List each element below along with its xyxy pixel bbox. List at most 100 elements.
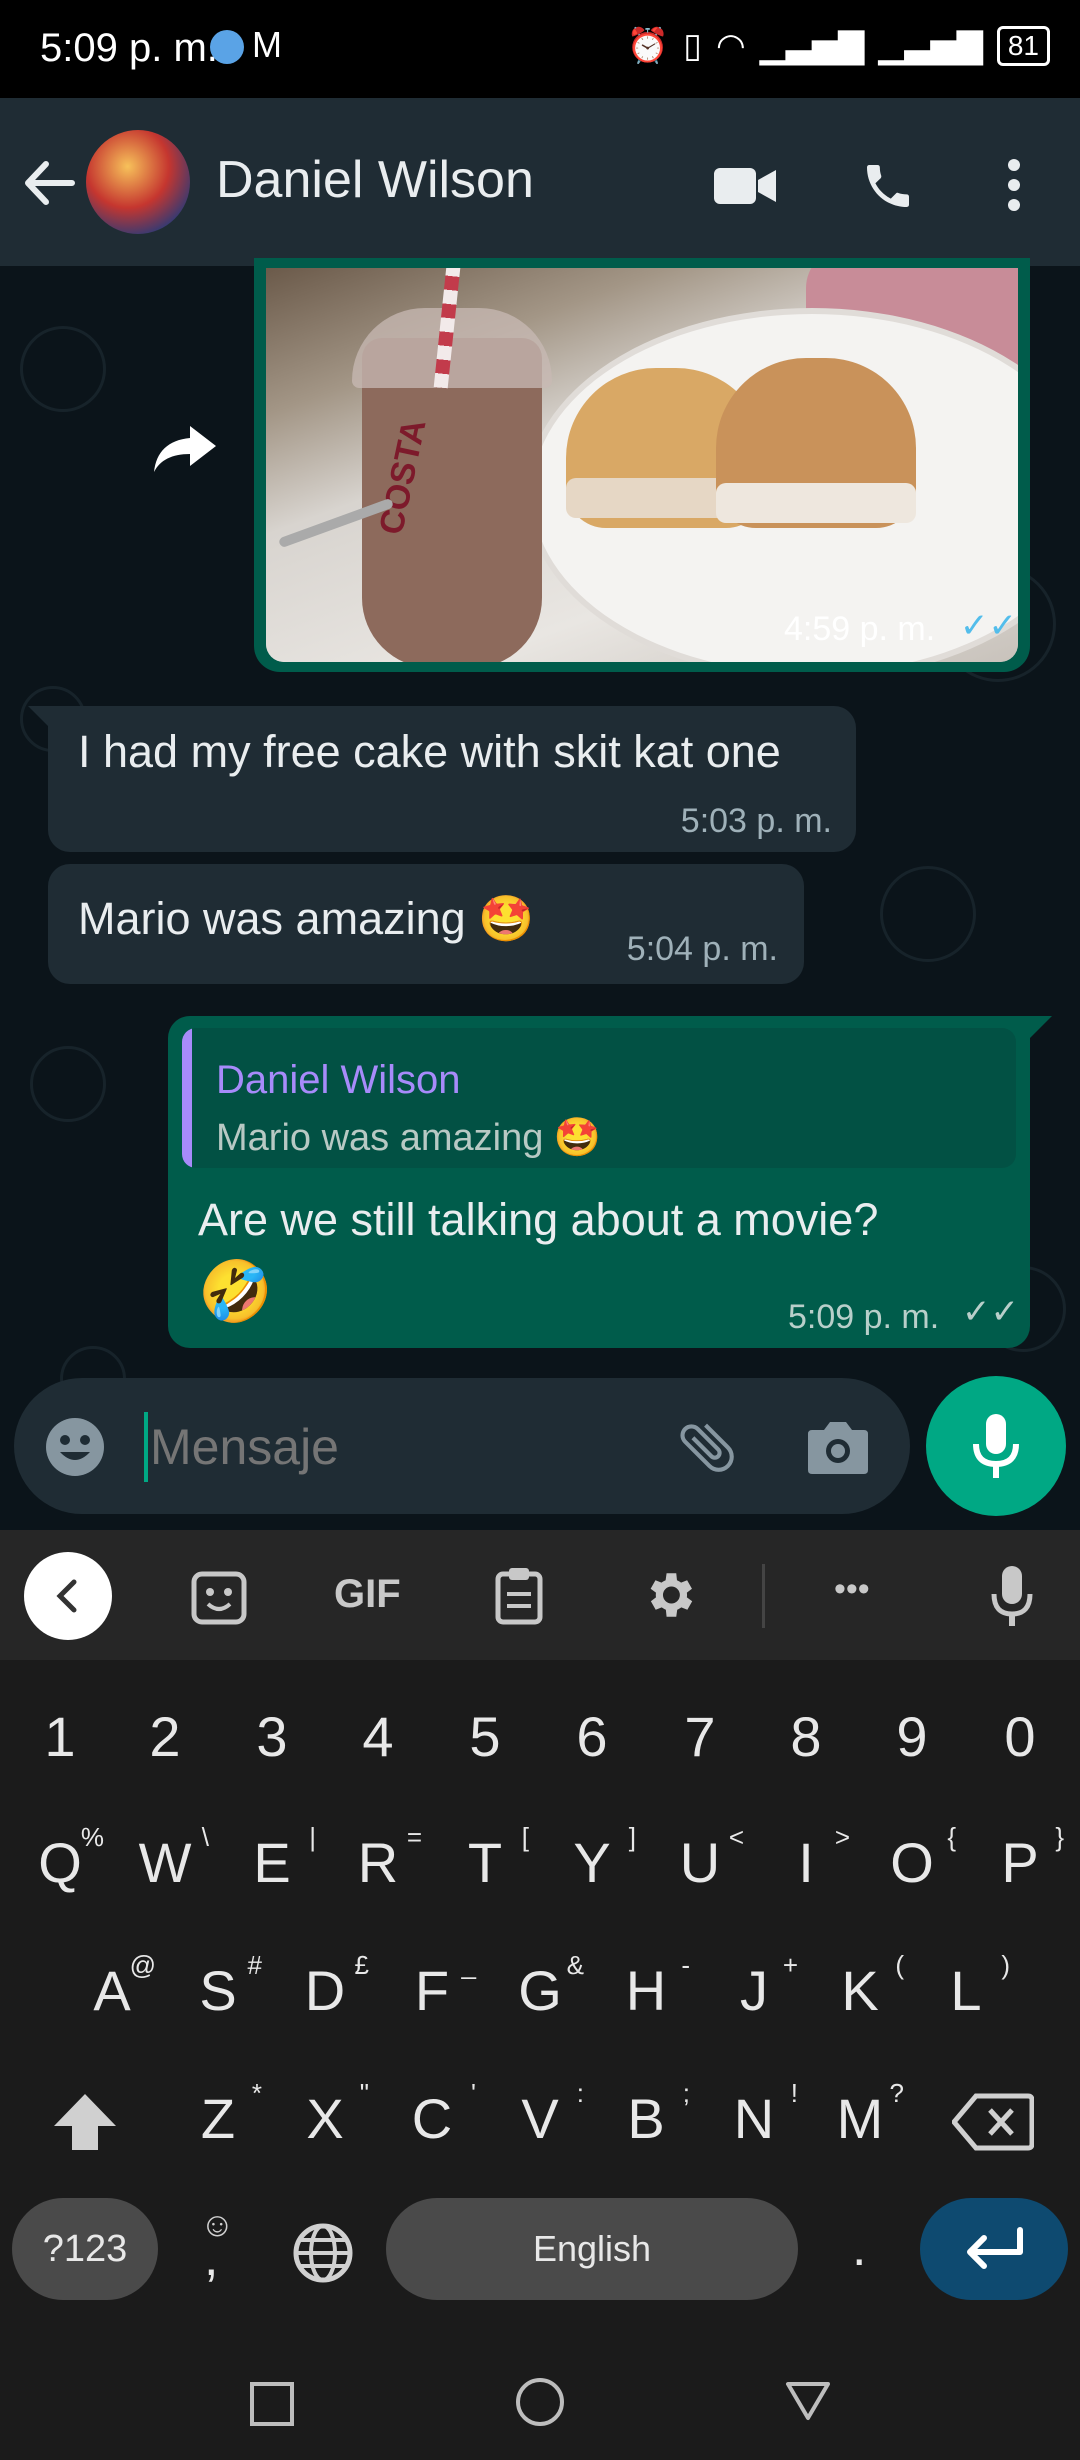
attach-icon[interactable] xyxy=(674,1414,740,1480)
quoted-message[interactable]: Daniel Wilson Mario was amazing 🤩 xyxy=(182,1028,1016,1168)
key-k[interactable]: K( xyxy=(820,1950,904,2023)
contact-name[interactable]: Daniel Wilson xyxy=(216,150,534,210)
keyboard-toolbar: GIF ••• xyxy=(0,1530,1080,1660)
key-3[interactable]: 3 xyxy=(232,1704,312,1769)
settings-gear-icon[interactable] xyxy=(640,1566,698,1624)
key-m[interactable]: M? xyxy=(820,2078,904,2151)
battery-icon: 81 xyxy=(996,26,1050,66)
key-y[interactable]: Y] xyxy=(552,1822,636,1895)
space-bar[interactable]: English xyxy=(386,2198,798,2300)
status-icons: ⏰ ▯ ◠ ▁▃▅▇ ▁▃▅▇ 81 xyxy=(627,26,1050,66)
alarm-icon: ⏰ xyxy=(626,27,670,65)
recents-button[interactable] xyxy=(250,2382,294,2426)
key-v[interactable]: V: xyxy=(500,2078,584,2151)
signal-icon: ▁▃▅▇ xyxy=(759,27,865,65)
key-e[interactable]: E | xyxy=(232,1822,316,1895)
wifi-icon: ◠ xyxy=(715,27,746,65)
key-o[interactable]: O{ xyxy=(872,1822,956,1895)
messenger-icon xyxy=(210,30,244,64)
message-emoji: 🤣 xyxy=(198,1258,273,1325)
sticker-icon[interactable] xyxy=(190,1570,250,1626)
message-text: I had my free cake with skit kat one xyxy=(78,726,781,777)
quote-author: Daniel Wilson xyxy=(216,1058,461,1102)
collapse-toolbar-button[interactable] xyxy=(24,1552,112,1640)
period-key[interactable]: . xyxy=(852,2218,866,2278)
key-w[interactable]: W \ xyxy=(125,1822,209,1895)
key-i[interactable]: I > xyxy=(766,1822,850,1895)
key-9[interactable]: 9 xyxy=(872,1704,952,1769)
enter-arrow-icon xyxy=(967,2227,1023,2269)
enter-key[interactable] xyxy=(920,2198,1068,2300)
key-8[interactable]: 8 xyxy=(766,1704,846,1769)
message-time: 5:09 p. m. xyxy=(788,1298,940,1336)
key-6[interactable]: 6 xyxy=(552,1704,632,1769)
clipboard-icon[interactable] xyxy=(494,1566,544,1626)
backspace-icon[interactable] xyxy=(952,2092,1034,2152)
outgoing-message[interactable]: Daniel Wilson Mario was amazing 🤩 Are we… xyxy=(168,1016,1030,1348)
image-message[interactable]: COSTA 4:59 p. m. ✓✓ xyxy=(254,258,1030,672)
message-text: Mario was amazing 🤩 xyxy=(78,893,535,944)
home-button[interactable] xyxy=(516,2378,564,2426)
key-7[interactable]: 7 xyxy=(660,1704,740,1769)
bubble-tail xyxy=(28,706,50,728)
key-z[interactable]: Z * xyxy=(178,2078,262,2151)
key-4[interactable]: 4 xyxy=(338,1704,418,1769)
forward-icon[interactable] xyxy=(150,422,220,474)
key-p[interactable]: P} xyxy=(980,1822,1064,1895)
key-d[interactable]: D £ xyxy=(285,1950,369,2023)
message-time: 4:59 p. m. xyxy=(784,610,936,648)
key-c[interactable]: C ' xyxy=(392,2078,476,2151)
key-f[interactable]: F _ xyxy=(392,1950,476,2023)
read-ticks-icon: ✓✓ xyxy=(960,607,1017,645)
sent-ticks-icon: ✓✓ xyxy=(962,1293,1019,1331)
contact-avatar[interactable] xyxy=(86,130,190,234)
key-l[interactable]: L) xyxy=(926,1950,1010,2023)
toolbar-divider xyxy=(762,1564,765,1628)
symbols-key[interactable]: ?123 xyxy=(12,2198,158,2300)
gif-button[interactable]: GIF xyxy=(334,1572,401,1617)
key-1[interactable]: 1 xyxy=(20,1704,100,1769)
key-u[interactable]: U < xyxy=(660,1822,744,1895)
key-q[interactable]: Q% xyxy=(20,1822,104,1895)
key-5[interactable]: 5 xyxy=(445,1704,525,1769)
voice-typing-icon[interactable] xyxy=(990,1564,1034,1630)
back-arrow-icon[interactable] xyxy=(22,158,76,208)
microphone-icon xyxy=(973,1414,1019,1478)
message-input-bar xyxy=(14,1378,910,1514)
incoming-message[interactable]: Mario was amazing 🤩 5:04 p. m. xyxy=(48,864,804,984)
back-button[interactable] xyxy=(784,2380,832,2422)
key-x[interactable]: X " xyxy=(285,2078,369,2151)
message-input[interactable] xyxy=(148,1408,652,1486)
message-text: Are we still talking about a movie? xyxy=(198,1194,879,1245)
key-2[interactable]: 2 xyxy=(125,1704,205,1769)
status-bar: 5:09 p. m. M ⏰ ▯ ◠ ▁▃▅▇ ▁▃▅▇ 81 xyxy=(0,0,1080,98)
key-g[interactable]: G & xyxy=(500,1950,584,2023)
navigation-bar xyxy=(0,2330,1080,2460)
comma-key[interactable]: , xyxy=(204,2228,218,2288)
emoji-icon[interactable] xyxy=(44,1416,106,1478)
more-options-icon[interactable] xyxy=(1004,158,1024,212)
vibrate-icon: ▯ xyxy=(683,27,702,65)
key-0[interactable]: 0 xyxy=(980,1704,1060,1769)
key-a[interactable]: A @ xyxy=(72,1950,156,2023)
chevron-left-icon xyxy=(56,1579,77,1613)
key-h[interactable]: H- xyxy=(606,1950,690,2023)
video-call-icon[interactable] xyxy=(712,164,778,208)
key-j[interactable]: J + xyxy=(714,1950,798,2023)
more-tools-button[interactable]: ••• xyxy=(834,1570,870,1609)
key-n[interactable]: N! xyxy=(714,2078,798,2151)
shift-icon[interactable] xyxy=(50,2090,120,2154)
globe-icon[interactable] xyxy=(292,2222,354,2284)
key-b[interactable]: B; xyxy=(606,2078,690,2151)
voice-record-button[interactable] xyxy=(926,1376,1066,1516)
camera-icon[interactable] xyxy=(806,1418,870,1476)
message-time: 5:03 p. m. xyxy=(680,802,832,840)
food-photo[interactable]: COSTA xyxy=(266,268,1018,662)
voice-call-icon[interactable] xyxy=(860,158,916,214)
bubble-tail xyxy=(1030,1016,1052,1038)
status-time: 5:09 p. m. xyxy=(40,26,218,70)
key-t[interactable]: T[ xyxy=(445,1822,529,1895)
key-r[interactable]: R = xyxy=(338,1822,422,1895)
incoming-message[interactable]: I had my free cake with skit kat one 5:0… xyxy=(48,706,856,852)
key-s[interactable]: S # xyxy=(178,1950,262,2023)
